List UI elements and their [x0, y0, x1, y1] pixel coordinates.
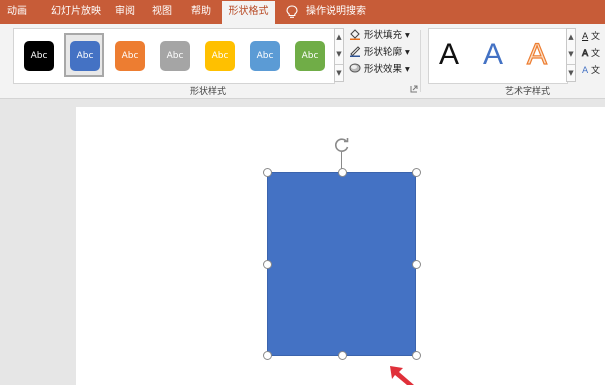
tell-me-label: 操作说明搜索: [306, 6, 366, 17]
wordart-up-icon[interactable]: ▲: [567, 29, 575, 46]
tab-review[interactable]: 审阅: [112, 0, 138, 24]
resize-handle-bottom-left[interactable]: [263, 351, 272, 360]
gallery-more-icon[interactable]: ▼: [335, 64, 343, 82]
slide-thumbnail-pane: [0, 99, 76, 385]
swatch-label: Abc: [301, 51, 319, 61]
resize-handle-left[interactable]: [263, 260, 272, 269]
resize-handle-top[interactable]: [338, 168, 347, 177]
shape-styles-group-label: 形状样式: [190, 87, 227, 97]
swatch-label: Abc: [121, 51, 139, 61]
dialog-launcher-icon[interactable]: [410, 85, 418, 93]
ribbon-tab-bar: 动画 幻灯片放映 审阅 视图 帮助 形状格式 操作说明搜索: [0, 0, 605, 24]
text-effects-icon: A: [582, 66, 589, 76]
text-effects-button[interactable]: A 文: [582, 63, 600, 76]
text-outline-label: 文: [591, 49, 601, 59]
gallery-up-icon[interactable]: ▲: [335, 29, 343, 46]
resize-handle-right[interactable]: [412, 260, 421, 269]
tab-slide-show[interactable]: 幻灯片放映: [45, 0, 107, 24]
wordart-style-orange-outline[interactable]: A: [526, 37, 547, 73]
shape-style-light-blue[interactable]: Abc: [250, 41, 280, 71]
ribbon: Abc Abc Abc Abc Abc Abc Abc ▲ ▼ ▼ 形状填充 ▾…: [0, 24, 605, 99]
shape-effects-icon: [349, 63, 361, 73]
swatch-label: Abc: [76, 51, 94, 61]
wordart-styles-gallery: A A A: [428, 28, 568, 84]
wordart-style-black[interactable]: A: [439, 37, 459, 73]
shape-style-black[interactable]: Abc: [24, 41, 54, 71]
text-fill-label: 文: [591, 32, 601, 42]
group-separator: [420, 30, 421, 92]
shape-style-gold[interactable]: Abc: [205, 41, 235, 71]
swatch-label: Abc: [256, 51, 274, 61]
wordart-more-icon[interactable]: ▼: [567, 64, 575, 82]
shape-style-gray[interactable]: Abc: [160, 41, 190, 71]
text-fill-button[interactable]: A 文: [582, 29, 600, 42]
rotate-handle-icon[interactable]: [333, 136, 351, 154]
red-pointer-arrow-icon: [390, 366, 414, 385]
lightbulb-icon: [286, 5, 298, 18]
text-effects-label: 文: [591, 66, 601, 76]
resize-handle-bottom-right[interactable]: [412, 351, 421, 360]
paint-bucket-icon: [350, 29, 360, 40]
resize-handle-top-left[interactable]: [263, 168, 272, 177]
shape-effects-button[interactable]: 形状效果 ▾: [349, 62, 410, 77]
shape-fill-label: 形状填充: [364, 30, 403, 41]
tab-shape-format[interactable]: 形状格式: [222, 1, 275, 24]
shape-gallery-scroll: ▲ ▼ ▼: [334, 28, 344, 82]
selected-rectangle-shape[interactable]: [267, 172, 416, 356]
text-fill-icon: A: [582, 32, 589, 42]
tab-view[interactable]: 视图: [149, 0, 175, 24]
shape-effects-label: 形状效果: [364, 64, 403, 75]
shape-styles-gallery: Abc Abc Abc Abc Abc Abc Abc: [13, 28, 335, 84]
tab-animations[interactable]: 动画: [4, 0, 30, 24]
shape-style-orange[interactable]: Abc: [115, 41, 145, 71]
resize-handle-bottom[interactable]: [338, 351, 347, 360]
shape-fill-button[interactable]: 形状填充 ▾: [349, 28, 410, 43]
tab-help[interactable]: 帮助: [187, 0, 215, 24]
wordart-style-blue[interactable]: A: [483, 37, 503, 73]
resize-handle-top-right[interactable]: [412, 168, 421, 177]
swatch-label: Abc: [30, 51, 48, 61]
swatch-label: Abc: [211, 51, 229, 61]
wordart-gallery-scroll: ▲ ▼ ▼: [566, 28, 576, 82]
shape-style-blue[interactable]: Abc: [70, 41, 100, 71]
shape-outline-button[interactable]: 形状轮廓 ▾: [349, 45, 410, 60]
wordart-styles-group-label: 艺术字样式: [505, 87, 551, 97]
shape-outline-label: 形状轮廓: [364, 47, 403, 58]
gallery-down-icon[interactable]: ▼: [335, 46, 343, 63]
text-outline-icon: A: [582, 49, 589, 60]
shape-style-green[interactable]: Abc: [295, 41, 325, 71]
pencil-outline-icon: [350, 46, 361, 57]
swatch-label: Abc: [166, 51, 184, 61]
text-outline-button[interactable]: A 文: [582, 46, 601, 60]
wordart-down-icon[interactable]: ▼: [567, 46, 575, 63]
